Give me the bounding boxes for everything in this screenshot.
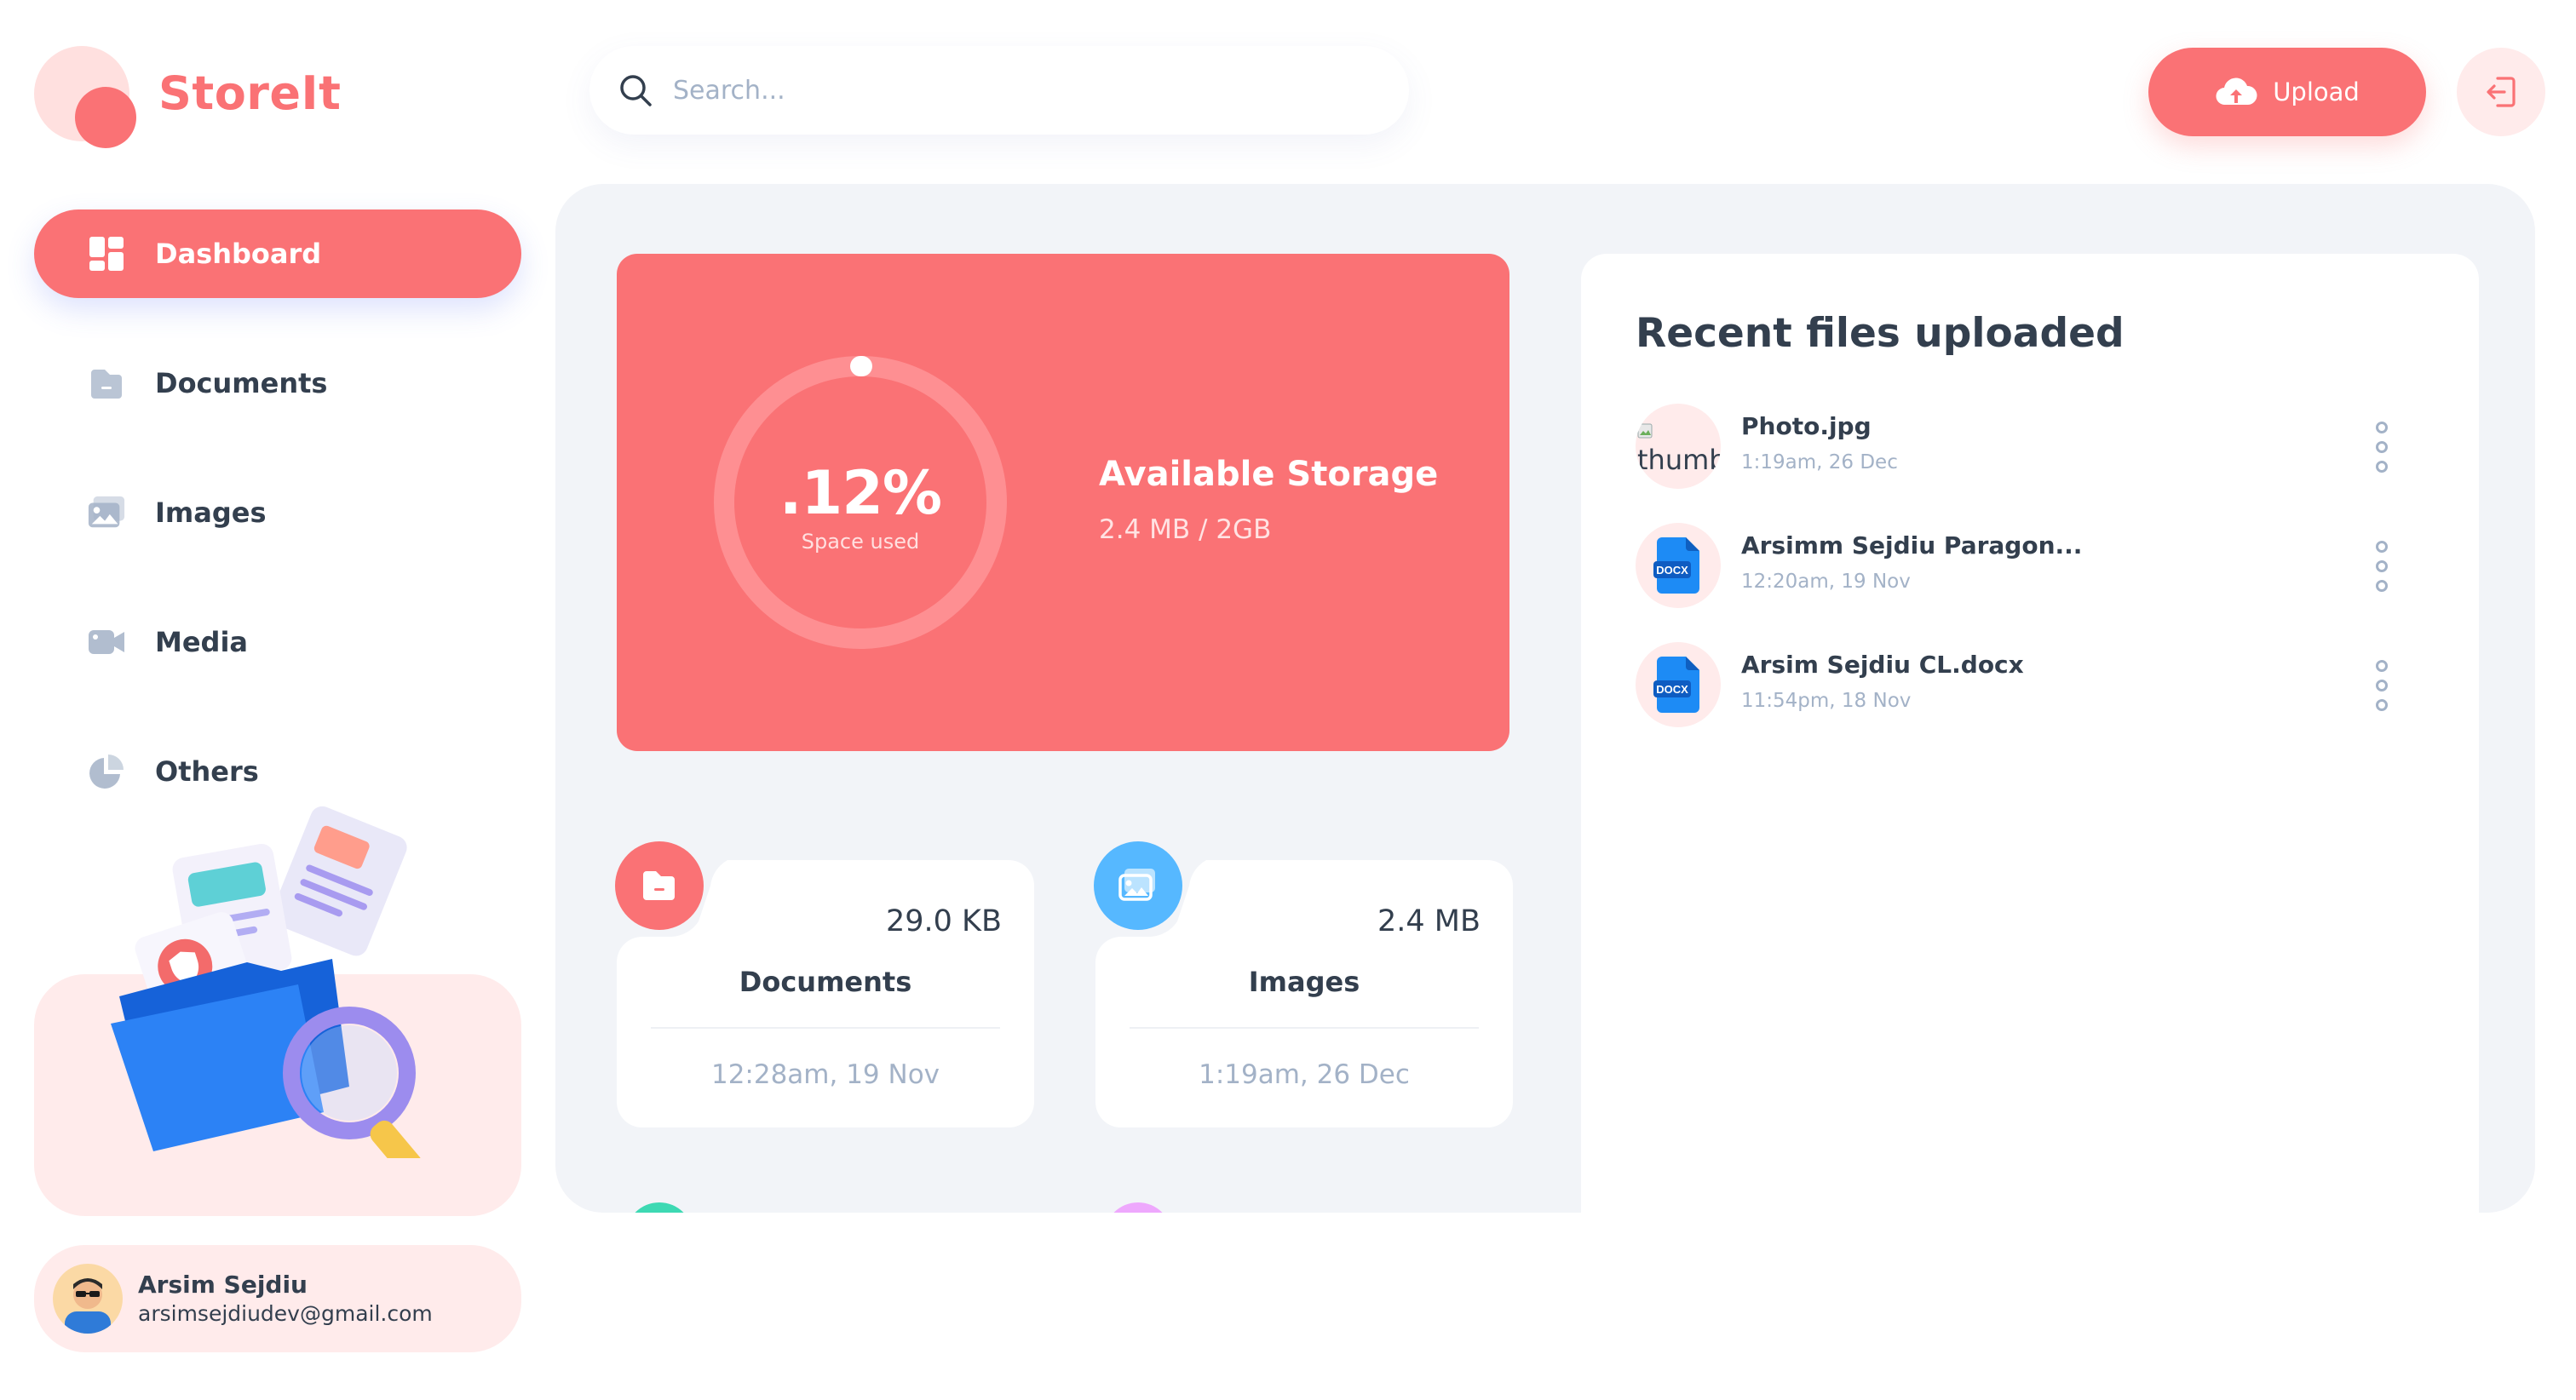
images-icon <box>1118 869 1155 901</box>
available-storage-value: 2.4 MB / 2GB <box>1099 514 1272 545</box>
logo-text: StoreIt <box>158 66 342 120</box>
sidebar-item-dashboard[interactable]: Dashboard <box>34 209 521 298</box>
sidebar-item-label: Others <box>155 755 259 788</box>
broken-image-alt: thumb <box>1636 419 1721 473</box>
recent-file-row[interactable]: thumb Photo.jpg 1:19am, 26 Dec <box>1636 404 2424 489</box>
summary-card-documents[interactable]: 29.0 KB Documents 12:28am, 19 Nov <box>615 841 1034 1127</box>
summary-date: 1:19am, 26 Dec <box>1199 1059 1410 1090</box>
broken-image-icon <box>1637 423 1653 439</box>
user-avatar-icon <box>65 1278 111 1334</box>
file-date: 12:20am, 19 Nov <box>1741 571 1911 593</box>
user-info: Arsim Sejdiu arsimsejdiudev@gmail.com <box>138 1270 433 1328</box>
summary-divider <box>1130 1027 1479 1029</box>
upload-button-label: Upload <box>2273 77 2360 106</box>
more-options-icon[interactable] <box>2373 540 2390 593</box>
summary-divider <box>651 1027 1000 1029</box>
sidebar-item-label: Dashboard <box>155 238 322 270</box>
summary-card-images[interactable]: 2.4 MB Images 1:19am, 26 Dec <box>1094 841 1513 1127</box>
dashboard-panel: .12% Space used Available Storage 2.4 MB… <box>555 184 2535 1213</box>
docx-file-icon: DOCX <box>1653 537 1699 594</box>
storage-summary-card: .12% Space used Available Storage 2.4 MB… <box>617 254 1509 751</box>
summary-size: 29.0 KB <box>885 904 1002 938</box>
user-email: arsimsejdiudev@gmail.com <box>138 1301 433 1326</box>
sidebar-item-label: Documents <box>155 367 328 399</box>
sidebar-item-images[interactable]: Images <box>34 468 521 557</box>
summary-badge-others-peek <box>1104 1202 1172 1213</box>
files-folder-illustration <box>111 806 423 1158</box>
search-input[interactable] <box>673 75 1371 106</box>
images-icon <box>87 493 126 532</box>
storage-percent-caption: Space used <box>801 530 920 554</box>
search-bar[interactable] <box>589 46 1409 135</box>
recent-files-title: Recent files uploaded <box>1636 310 2125 357</box>
recent-files-card: Recent files uploaded thumb Photo.jpg 1:… <box>1581 254 2479 1213</box>
user-card[interactable]: Arsim Sejdiu arsimsejdiudev@gmail.com <box>34 1245 521 1352</box>
upload-button[interactable]: Upload <box>2148 48 2426 136</box>
dashboard-icon <box>87 234 126 273</box>
documents-icon <box>87 364 126 403</box>
sidebar-item-label: Media <box>155 626 249 658</box>
docx-file-icon: DOCX <box>1653 657 1699 713</box>
storage-percent: .12% <box>779 458 942 528</box>
user-name: Arsim Sejdiu <box>138 1271 308 1299</box>
file-name: Arsimm Sejdiu Paragon... <box>1741 531 2083 559</box>
file-type-badge: DOCX <box>1656 683 1688 696</box>
summary-badge-media-peek <box>625 1202 693 1213</box>
file-thumbnail: DOCX <box>1636 642 1721 727</box>
file-thumbnail: DOCX <box>1636 523 1721 608</box>
more-options-icon[interactable] <box>2373 659 2390 712</box>
summary-title: Documents <box>739 966 912 998</box>
logo[interactable]: StoreIt <box>34 46 341 157</box>
sidebar-item-documents[interactable]: Documents <box>34 339 521 427</box>
more-options-icon[interactable] <box>2373 421 2390 473</box>
recent-file-row[interactable]: DOCX Arsim Sejdiu CL.docx 11:54pm, 18 No… <box>1636 642 2424 727</box>
summary-date: 12:28am, 19 Nov <box>710 1059 940 1090</box>
file-thumbnail: thumb <box>1636 404 1721 489</box>
recent-file-row[interactable]: DOCX Arsimm Sejdiu Paragon... 12:20am, 1… <box>1636 523 2424 608</box>
file-date: 11:54pm, 18 Nov <box>1741 690 1912 712</box>
available-storage-title: Available Storage <box>1099 455 1439 494</box>
sidebar-item-media[interactable]: Media <box>34 598 521 686</box>
others-icon <box>87 752 126 791</box>
file-type-badge: DOCX <box>1656 564 1688 577</box>
logo-mark-inner <box>75 87 136 148</box>
documents-icon <box>643 871 675 900</box>
cloud-upload-icon <box>2216 77 2257 106</box>
avatar <box>53 1264 123 1334</box>
sidebar-item-label: Images <box>155 496 267 529</box>
logout-button[interactable] <box>2457 48 2545 136</box>
file-name: Arsim Sejdiu CL.docx <box>1741 651 2024 679</box>
summary-title: Images <box>1248 966 1360 998</box>
search-icon <box>620 75 652 106</box>
summary-badge <box>615 841 704 930</box>
file-date: 1:19am, 26 Dec <box>1741 451 1898 473</box>
media-icon <box>87 623 126 662</box>
logout-icon <box>2487 77 2516 107</box>
summary-size: 2.4 MB <box>1377 904 1481 938</box>
summary-badge <box>1094 841 1182 930</box>
file-name: Photo.jpg <box>1741 412 1872 440</box>
